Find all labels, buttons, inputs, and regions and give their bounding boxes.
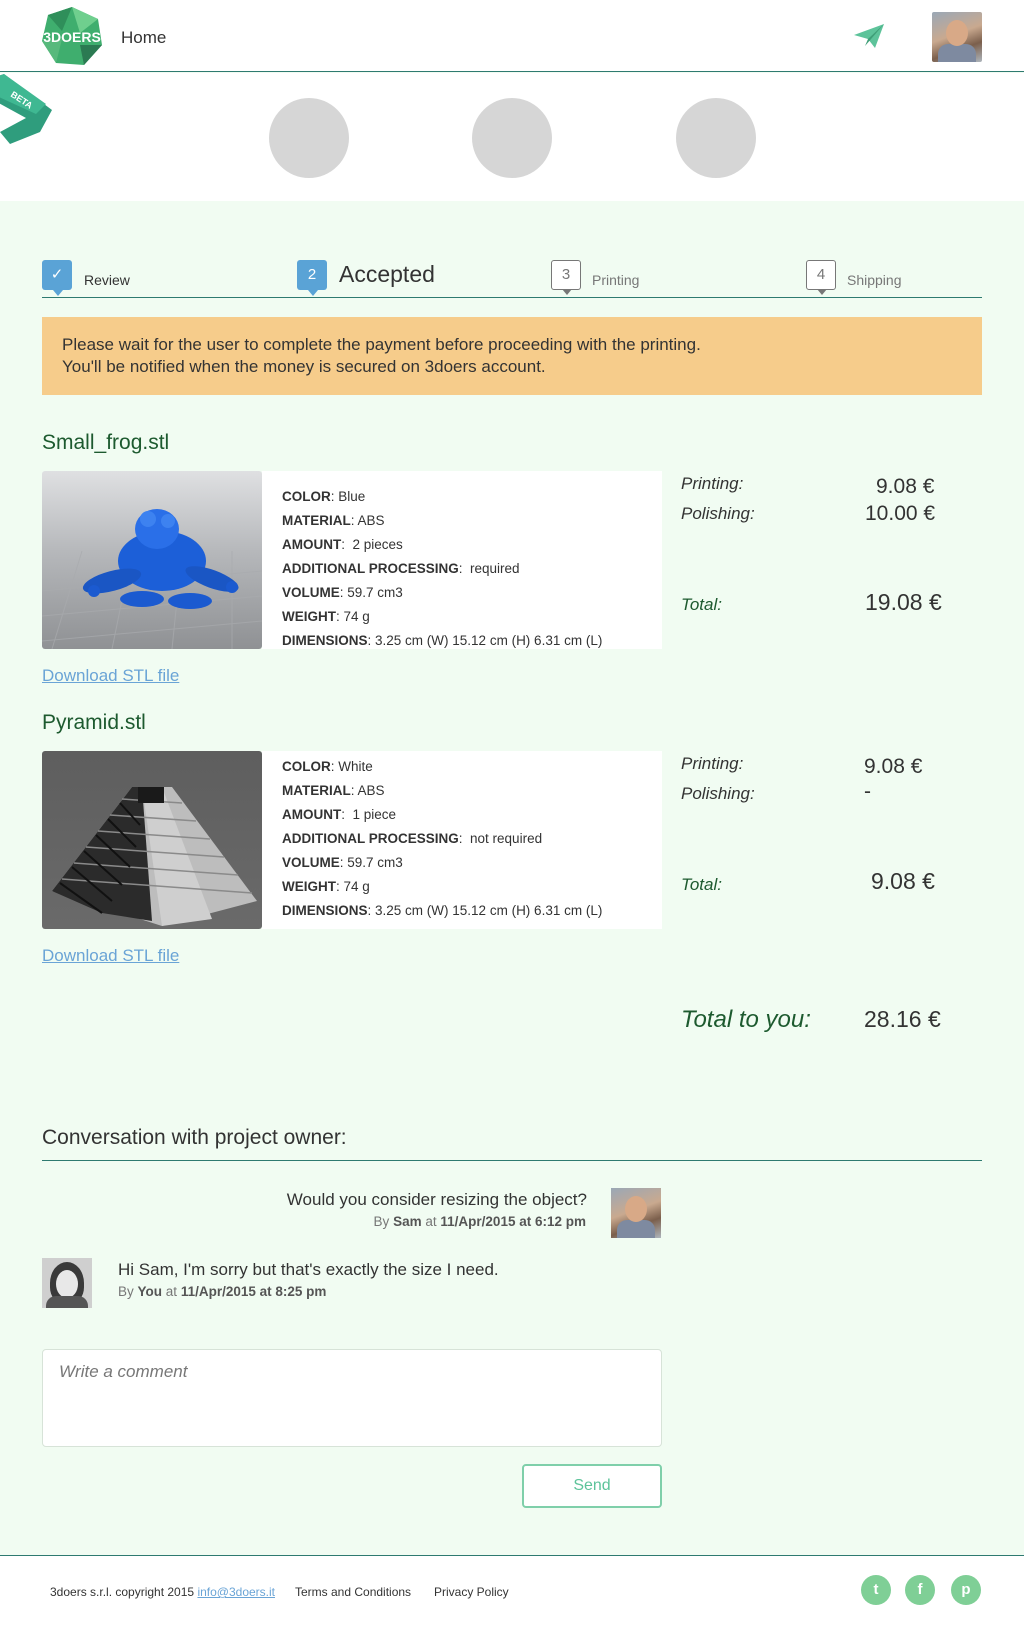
conversation-title: Conversation with project owner:	[42, 1126, 347, 1149]
printing-label: Printing:	[681, 754, 744, 773]
footer-copyright: 3doers s.r.l. copyright 2015 info@3doers…	[50, 1585, 275, 1599]
message-meta: By Sam at 11/Apr/2015 at 6:12 pm	[373, 1214, 586, 1229]
comment-input[interactable]	[42, 1349, 662, 1447]
pinterest-icon[interactable]: p	[951, 1575, 981, 1605]
polishing-label: Polishing:	[681, 784, 755, 803]
item-total-label: Total:	[681, 595, 722, 614]
item-details: COLOR: White MATERIAL: ABS AMOUNT: 1 pie…	[262, 751, 662, 929]
item-title: Pyramid.stl	[42, 711, 146, 734]
item-title: Small_frog.stl	[42, 431, 170, 454]
item-thumbnail	[42, 471, 262, 649]
3doers-logo[interactable]: 3DOERS	[40, 5, 104, 67]
item-total-price: 19.08 €	[865, 589, 942, 615]
step-label: Accepted	[339, 261, 435, 287]
printing-label: Printing:	[681, 474, 744, 493]
detail-row: WEIGHT: 74 g	[282, 609, 370, 624]
detail-row: WEIGHT: 74 g	[282, 879, 370, 894]
user-avatar[interactable]	[932, 12, 982, 62]
facebook-icon[interactable]: f	[905, 1575, 935, 1605]
notice-line: You'll be notified when the money is sec…	[62, 357, 546, 376]
detail-row: COLOR: Blue	[282, 489, 366, 504]
footer-email-link[interactable]: info@3doers.it	[197, 1585, 275, 1599]
beta-ribbon: BETA	[0, 74, 52, 144]
detail-row: AMOUNT: 2 pieces	[282, 537, 403, 552]
svg-text:3DOERS: 3DOERS	[43, 29, 101, 45]
footer-privacy-link[interactable]: Privacy Policy	[434, 1585, 509, 1599]
notice-line: Please wait for the user to complete the…	[62, 335, 701, 354]
polishing-price: 10.00 €	[865, 502, 936, 525]
order-progress-steps: ✓ Review 2 Accepted 3 Printing 4 Shippin…	[42, 258, 982, 298]
sam-avatar	[611, 1188, 661, 1238]
grand-total-label: Total to you:	[681, 1006, 811, 1033]
home-link[interactable]: Home	[121, 28, 166, 48]
send-button[interactable]: Send	[522, 1464, 662, 1508]
download-stl-link[interactable]: Download STL file	[42, 666, 179, 686]
detail-row: COLOR: White	[282, 759, 373, 774]
message-meta: By You at 11/Apr/2015 at 8:25 pm	[118, 1284, 327, 1299]
message-text: Hi Sam, I'm sorry but that's exactly the…	[118, 1260, 499, 1279]
placeholder-circle	[676, 98, 756, 178]
printing-price: 9.08 €	[876, 475, 935, 498]
step-number: 3	[551, 260, 581, 295]
user-avatar	[42, 1258, 92, 1308]
placeholder-circle	[269, 98, 349, 178]
pyramid-model-image	[52, 787, 257, 926]
step-label: Review	[84, 272, 130, 288]
divider	[42, 1160, 982, 1161]
detail-row: MATERIAL: ABS	[282, 783, 385, 798]
item-total-price: 9.08 €	[871, 868, 935, 894]
polishing-label: Polishing:	[681, 504, 755, 523]
step-label: Printing	[592, 272, 640, 288]
detail-row: ADDITIONAL PROCESSING: not required	[282, 831, 543, 846]
frog-model-image	[42, 509, 262, 649]
paper-plane-icon[interactable]	[853, 22, 885, 50]
detail-row: ADDITIONAL PROCESSING: required	[282, 561, 520, 576]
detail-row: VOLUME: 59.7 cm3	[282, 855, 403, 870]
placeholder-circle	[472, 98, 552, 178]
checkmark-icon: ✓	[42, 260, 72, 296]
detail-row: DIMENSIONS: 3.25 cm (W) 15.12 cm (H) 6.3…	[282, 903, 603, 918]
step-number: 4	[806, 260, 836, 295]
step-number: 2	[297, 260, 327, 296]
polishing-price: -	[864, 780, 871, 803]
detail-row: DIMENSIONS: 3.25 cm (W) 15.12 cm (H) 6.3…	[282, 633, 603, 648]
download-stl-link[interactable]: Download STL file	[42, 946, 179, 966]
top-navbar: 3DOERS Home	[0, 0, 1024, 72]
detail-row: MATERIAL: ABS	[282, 513, 385, 528]
grand-total-value: 28.16 €	[864, 1006, 941, 1032]
item-total-label: Total:	[681, 875, 722, 894]
payment-notice: Please wait for the user to complete the…	[42, 317, 982, 395]
message-text: Would you consider resizing the object?	[286, 1190, 587, 1209]
printing-price: 9.08 €	[864, 755, 923, 778]
detail-row: AMOUNT: 1 piece	[282, 807, 397, 822]
footer-terms-link[interactable]: Terms and Conditions	[295, 1585, 411, 1599]
step-label: Shipping	[847, 272, 902, 288]
item-details: COLOR: Blue MATERIAL: ABS AMOUNT: 2 piec…	[262, 471, 662, 649]
detail-row: VOLUME: 59.7 cm3	[282, 585, 403, 600]
twitter-icon[interactable]: t	[861, 1575, 891, 1605]
item-thumbnail	[42, 751, 262, 929]
